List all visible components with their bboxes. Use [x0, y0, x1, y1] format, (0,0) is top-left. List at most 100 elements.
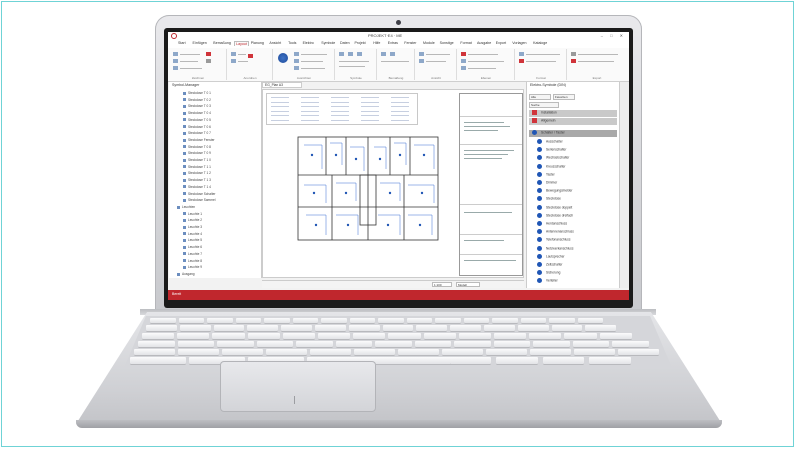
tree-item[interactable]: Steckdose Fenster: [183, 138, 215, 143]
window-controls[interactable]: – □ ✕: [601, 33, 626, 38]
polyline-tool-icon[interactable]: [173, 59, 178, 63]
menu-item[interactable]: Tools: [288, 41, 296, 45]
symbol-item[interactable]: Wechselschalter: [537, 155, 617, 162]
menu-item[interactable]: Bemaßung: [213, 41, 231, 45]
symbol-item[interactable]: Lautsprecher: [537, 253, 617, 261]
menu-item[interactable]: Module: [423, 41, 435, 45]
mirror-icon[interactable]: [248, 54, 253, 58]
tree-item[interactable]: Leuchte 9: [183, 265, 202, 270]
tree-item[interactable]: Leuchte 8: [183, 259, 202, 264]
mode-field[interactable]: Modell: [456, 282, 480, 287]
tree-item[interactable]: Steckdose T 1 0: [183, 158, 211, 163]
menu-item[interactable]: Ansicht: [269, 41, 281, 45]
menu-item[interactable]: Start: [178, 41, 186, 45]
category-header[interactable]: Installation: [529, 110, 617, 117]
tree-item[interactable]: Steckdose T 0 5: [183, 118, 211, 123]
align-center-icon[interactable]: [278, 53, 288, 63]
menu-item[interactable]: Sonstige: [440, 41, 454, 45]
menu-item[interactable]: Vorlagen: [512, 41, 526, 45]
copy-icon[interactable]: [206, 59, 211, 63]
symbol-item[interactable]: Herdanschluss: [537, 221, 617, 228]
filter-label[interactable]: Suche: [529, 102, 559, 108]
menu-item[interactable]: Layout: [234, 41, 249, 46]
symbol-item[interactable]: Steckdose: [537, 196, 617, 203]
tree-item[interactable]: Leuchte 7: [183, 252, 202, 257]
symbol-item[interactable]: Kreuzschalter: [537, 163, 617, 171]
tree-item[interactable]: Steckdose T 1 3: [183, 178, 211, 183]
symbol-item[interactable]: Steckdose doppelt: [537, 204, 617, 212]
tree-item[interactable]: Steckdose T 0 9: [183, 151, 211, 156]
menu-item[interactable]: Extras: [388, 41, 398, 45]
tree-item[interactable]: Steckdose T 0 1: [183, 91, 211, 96]
tree-item[interactable]: Leuchten: [177, 205, 195, 210]
tree-item[interactable]: Steckdose T 0 6: [183, 125, 211, 130]
menu-item[interactable]: Symbole: [321, 41, 335, 45]
print-icon[interactable]: [571, 52, 576, 56]
tree-item[interactable]: Steckdose T 0 7: [183, 131, 211, 136]
tab-favorites[interactable]: Favoriten: [553, 94, 575, 100]
symbol-edit-icon[interactable]: [357, 52, 362, 56]
align-left-icon[interactable]: [294, 52, 299, 56]
layer-visible-icon[interactable]: [461, 59, 466, 63]
zoom-icon[interactable]: [419, 52, 424, 56]
tree-item[interactable]: Steckdose T 0 2: [183, 98, 211, 103]
menu-item[interactable]: Hilfe: [373, 41, 380, 45]
format-icon[interactable]: [519, 52, 524, 56]
category-header[interactable]: Allgemein: [529, 118, 617, 125]
tree-item[interactable]: Leuchte 1: [183, 212, 202, 217]
layer-lock-icon[interactable]: [461, 66, 466, 70]
scale-field[interactable]: 1:100: [432, 282, 452, 287]
symbol-item[interactable]: Serienschalter: [537, 147, 617, 154]
pan-icon[interactable]: [419, 59, 424, 63]
layer-icon[interactable]: [461, 52, 466, 56]
side-strip[interactable]: [619, 82, 629, 288]
symbol-item[interactable]: Sicherung: [537, 270, 617, 277]
pdf-export-icon[interactable]: [571, 59, 576, 63]
tree-item[interactable]: Leuchte 2: [183, 218, 202, 223]
tree-item[interactable]: Leuchte 4: [183, 232, 202, 237]
tree-item[interactable]: Steckdose T 0 8: [183, 145, 211, 150]
tree-item[interactable]: Leuchte 6: [183, 245, 202, 250]
tree-item[interactable]: Ausgang: [177, 272, 195, 277]
tree-item[interactable]: Steckdose T 1 1: [183, 165, 211, 170]
symbol-item[interactable]: Netzwerkanschluss: [537, 245, 617, 253]
symbol-item[interactable]: Taster: [537, 171, 617, 179]
move-icon[interactable]: [231, 52, 236, 56]
touchpad[interactable]: [220, 361, 376, 412]
tree-item[interactable]: Leuchte 5: [183, 238, 202, 243]
menu-item[interactable]: Projekt: [355, 41, 366, 45]
menu-item[interactable]: Export: [496, 41, 506, 45]
menu-item[interactable]: Ausgabe: [477, 41, 491, 45]
symbol-replace-icon[interactable]: [348, 52, 353, 56]
symbol-item[interactable]: Ausschalter: [537, 139, 617, 146]
line-tool-icon[interactable]: [173, 52, 178, 56]
menu-item[interactable]: Elektro: [303, 41, 314, 45]
dimension-chain-icon[interactable]: [390, 52, 395, 56]
color-icon[interactable]: [519, 59, 524, 63]
menu-item[interactable]: Einfügen: [193, 41, 207, 45]
tree-item[interactable]: Steckdose T 1 2: [183, 171, 211, 176]
symbol-item[interactable]: Telefonanschluss: [537, 237, 617, 244]
tree-item[interactable]: Steckdose T 0 4: [183, 111, 211, 116]
symbol-item[interactable]: Antennenanschluss: [537, 229, 617, 236]
symbol-item[interactable]: Verteiler: [537, 278, 617, 285]
dimension-icon[interactable]: [381, 52, 386, 56]
symbol-insert-icon[interactable]: [339, 52, 344, 56]
tree-item[interactable]: Leuchte 3: [183, 225, 202, 230]
tab-drawing[interactable]: EG_Plan A3: [262, 82, 302, 88]
drawing-canvas[interactable]: [262, 89, 524, 278]
rect-tool-icon[interactable]: [173, 66, 178, 70]
symbol-item[interactable]: Zeitschalter: [537, 262, 617, 269]
menu-item[interactable]: Fenster: [404, 41, 416, 45]
app-logo-icon[interactable]: [171, 33, 177, 39]
symbol-item[interactable]: Steckdose dreifach: [537, 212, 617, 220]
symbol-item[interactable]: Dimmer: [537, 180, 617, 187]
delete-icon[interactable]: [206, 52, 211, 56]
menu-item[interactable]: Planung: [251, 41, 264, 45]
tree-item[interactable]: Steckdose Sammel: [183, 198, 215, 203]
align-right-icon[interactable]: [294, 59, 299, 63]
tree-item[interactable]: Steckdose Schalter: [183, 192, 215, 197]
menu-item[interactable]: Daten: [340, 41, 350, 45]
menu-item[interactable]: Kataloge: [533, 41, 547, 45]
rotate-icon[interactable]: [231, 59, 236, 63]
